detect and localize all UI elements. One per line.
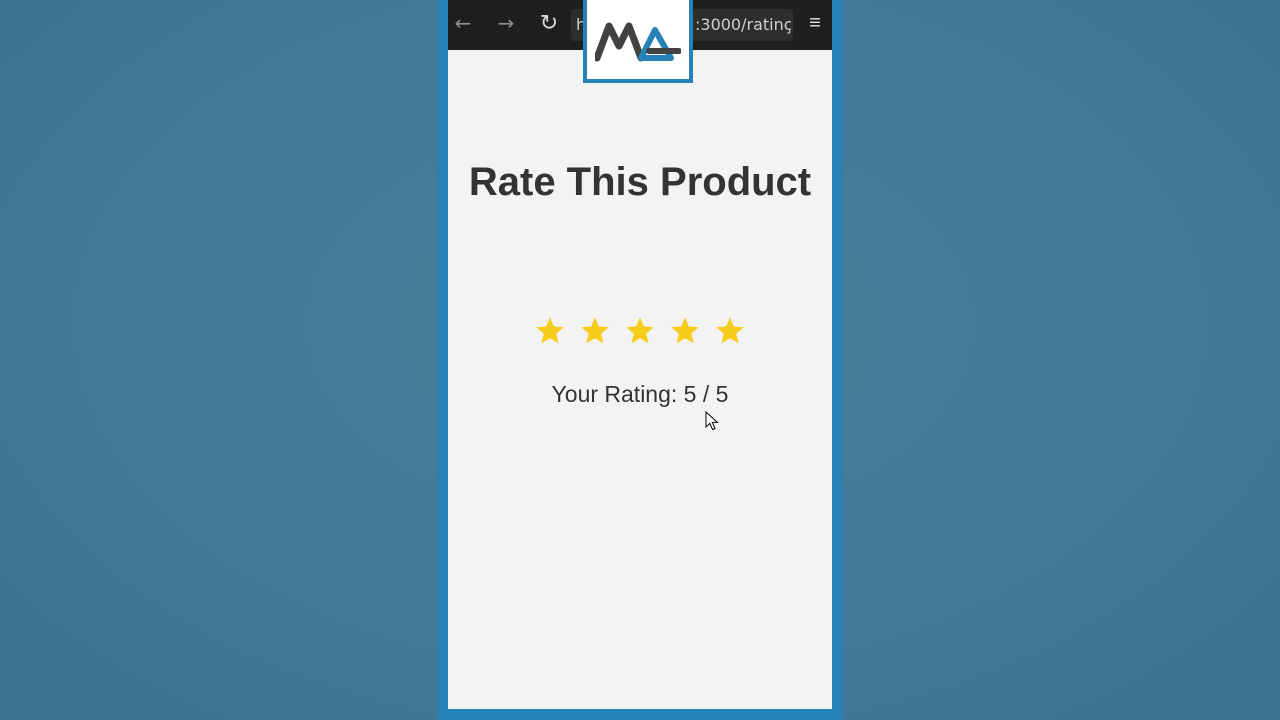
back-button[interactable]: ← bbox=[448, 8, 478, 38]
forward-button[interactable]: → bbox=[491, 8, 521, 38]
star-1-icon[interactable] bbox=[533, 309, 568, 353]
star-rating[interactable] bbox=[448, 309, 832, 353]
brand-logo bbox=[583, 0, 693, 83]
arrow-right-icon: → bbox=[497, 11, 515, 35]
reload-icon: ↻ bbox=[539, 10, 559, 36]
page-content: Rate This Product Your Rating: 5 / 5 bbox=[448, 50, 832, 709]
menu-button[interactable]: ≡ bbox=[804, 10, 826, 36]
mouse-cursor-icon bbox=[705, 411, 719, 431]
star-5-icon[interactable] bbox=[713, 309, 748, 353]
star-2-icon[interactable] bbox=[578, 309, 613, 353]
logo-icon bbox=[595, 22, 681, 62]
star-3-icon[interactable] bbox=[623, 309, 658, 353]
page-title: Rate This Product bbox=[468, 160, 812, 204]
star-4-icon[interactable] bbox=[668, 309, 703, 353]
hamburger-menu-icon: ≡ bbox=[809, 11, 821, 34]
url-text: :3000/ratinç bbox=[695, 15, 791, 34]
reload-button[interactable]: ↻ bbox=[534, 8, 564, 38]
arrow-left-icon: ← bbox=[454, 11, 472, 35]
rating-text: Your Rating: 5 / 5 bbox=[551, 381, 729, 407]
